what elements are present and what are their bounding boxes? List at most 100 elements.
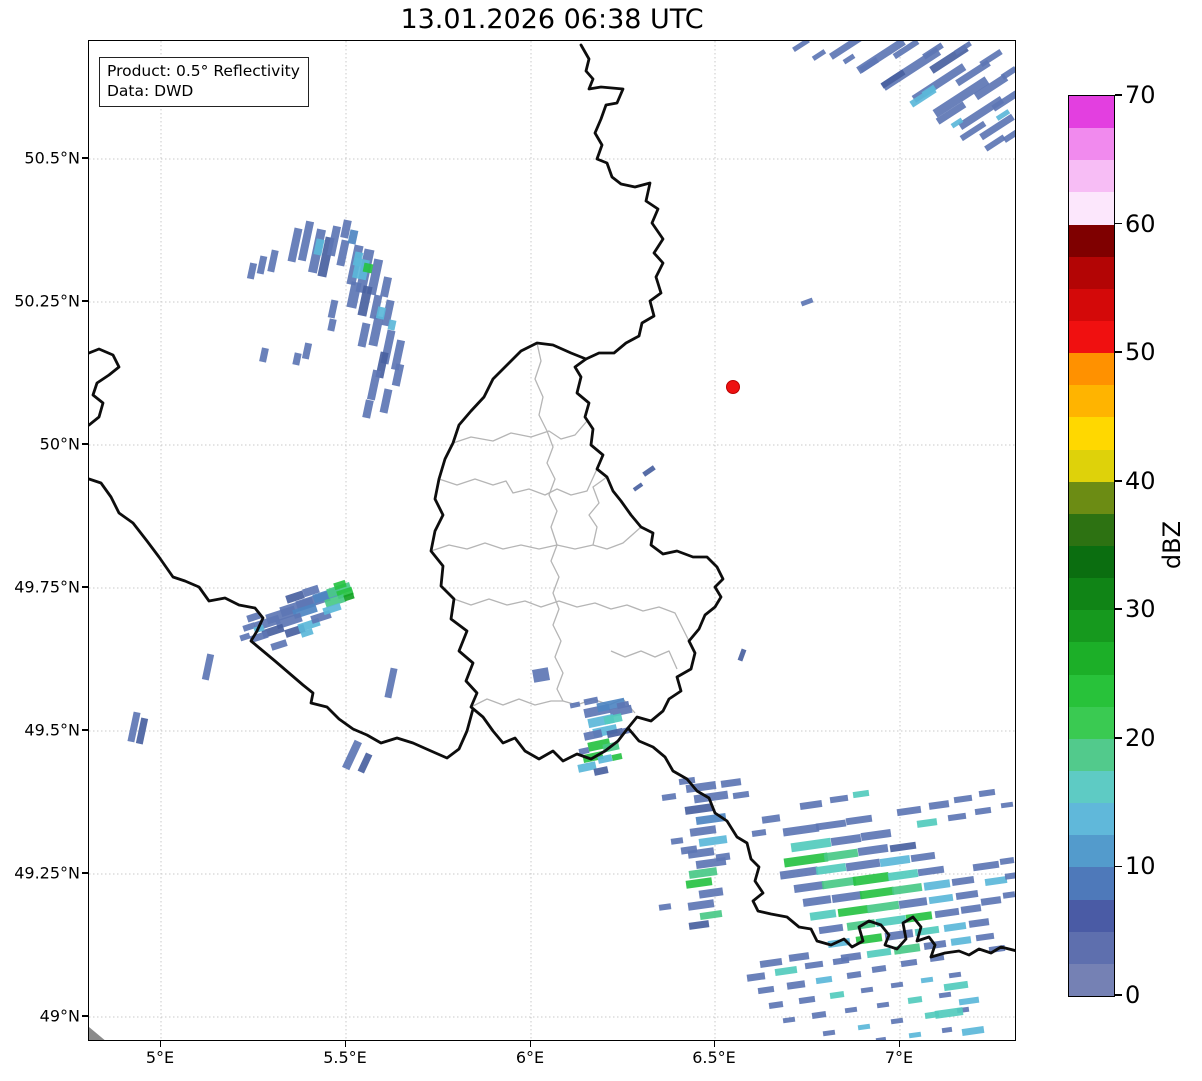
x-tick-label: 5.5°E (323, 1048, 367, 1067)
y-tick-mark (82, 443, 88, 445)
radar-echo (943, 922, 967, 932)
y-tick-label: 50°N (39, 434, 80, 454)
colorbar-tick-label: 70 (1125, 81, 1156, 109)
colorbar-segment (1069, 127, 1114, 161)
radar-echo (818, 923, 844, 935)
radar-echo (900, 958, 918, 968)
colorbar-tick-label: 20 (1125, 723, 1156, 752)
colorbar-segment (1069, 706, 1114, 739)
radar-echo (809, 909, 837, 921)
radar-echo (831, 890, 863, 904)
radar-echo (368, 315, 384, 347)
y-tick-mark (82, 872, 88, 874)
y-tick-label: 49.75°N (14, 577, 80, 597)
radar-echo (896, 805, 922, 817)
canton-border (610, 650, 678, 670)
radar-echo (860, 828, 892, 842)
canton-border (452, 420, 588, 444)
radar-echo (821, 876, 857, 890)
colorbar-tick-mark (1114, 608, 1122, 611)
colorbar-segment (1069, 191, 1114, 225)
radar-echo (910, 851, 936, 863)
x-tick-label: 7°E (884, 1048, 914, 1067)
radar-echo (782, 1016, 796, 1024)
radar-echo (804, 960, 824, 970)
colorbar-tick-mark (1114, 222, 1122, 225)
colorbar-tick-mark (1114, 94, 1122, 96)
radar-echo (908, 1031, 922, 1039)
radar-echo (357, 752, 373, 774)
radar-echo (968, 918, 990, 928)
colorbar-segment (1069, 320, 1114, 354)
radar-echo (746, 972, 766, 982)
radar-echo (866, 947, 892, 959)
radar-echo (788, 952, 810, 962)
radar-echo (822, 1029, 836, 1037)
x-tick-mark (530, 1041, 532, 1047)
y-tick-mark (82, 1015, 88, 1017)
radar-echo (890, 1017, 904, 1025)
radar-echo (759, 958, 783, 968)
radar-echo (876, 1001, 890, 1009)
radar-echo (846, 971, 862, 979)
radar-echo (943, 980, 969, 992)
radar-echo (362, 262, 374, 274)
radar-echo (346, 281, 362, 309)
radar-echo (978, 788, 996, 798)
radar-echo (357, 322, 371, 348)
canton-border (546, 430, 558, 546)
x-tick-label: 6°E (515, 1048, 545, 1067)
radar-echo (842, 53, 856, 65)
colorbar-tick-mark (1114, 737, 1122, 739)
radar-echo (793, 880, 825, 894)
radar-echo (960, 904, 982, 914)
radar-echo (246, 262, 258, 280)
country-border (89, 347, 121, 427)
radar-echo (792, 41, 810, 52)
y-tick-label: 50.25°N (14, 291, 80, 311)
radar-echo (975, 932, 995, 942)
x-tick-label: 5°E (145, 1048, 175, 1067)
radar-echo (845, 814, 873, 826)
radar-echo (958, 996, 980, 1006)
radar-echo (905, 911, 933, 923)
radar-echo (980, 896, 1002, 906)
radar-echo (917, 865, 945, 877)
radar-echo (239, 632, 251, 642)
radar-echo (887, 868, 919, 882)
x-tick-mark (899, 1041, 901, 1047)
canton-border (453, 598, 690, 642)
colorbar-tick-mark (1114, 865, 1122, 868)
radar-echo (779, 866, 819, 880)
radar-echo (845, 858, 881, 872)
colorbar-unit-label: dBZ (1158, 520, 1186, 570)
radar-echo (938, 991, 952, 999)
radar-echo (844, 1006, 858, 1014)
radar-echo (950, 936, 972, 946)
radar-echo (689, 825, 717, 837)
radar-echo (267, 249, 279, 273)
colorbar-segment (1069, 834, 1114, 868)
radar-echo (379, 388, 393, 414)
colorbar-tick-label: 30 (1125, 595, 1156, 624)
radar-echo (837, 904, 869, 918)
radar-echo (920, 976, 934, 984)
radar-site-marker (726, 380, 740, 394)
radar-echo (984, 876, 1008, 886)
radar-echo (889, 841, 917, 853)
radar-echo (815, 819, 847, 831)
radar-echo (891, 882, 923, 896)
radar-echo (934, 907, 960, 919)
radar-echo (948, 971, 962, 979)
y-tick-label: 49.25°N (14, 863, 80, 883)
x-tick-mark (714, 1041, 716, 1047)
y-tick-mark (82, 157, 88, 159)
radar-echo (685, 877, 713, 889)
colorbar-segment (1069, 224, 1114, 257)
radar-echo (951, 876, 975, 886)
radar-echo (947, 812, 967, 822)
figure-title: 13.01.2026 06:38 UTC (400, 4, 704, 35)
radar-echo (1002, 129, 1015, 143)
radar-echo (242, 622, 256, 632)
radar-echo (715, 852, 731, 862)
